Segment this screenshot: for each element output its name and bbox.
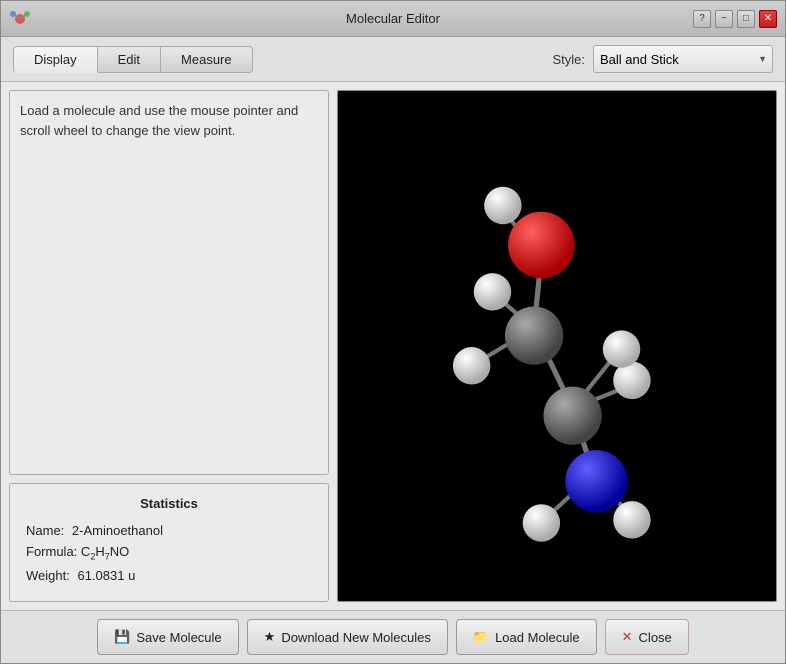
- stats-formula-row: Formula: C2H7NO: [26, 544, 312, 562]
- main-window: Molecular Editor ? − □ ✕ Display Edit Me…: [0, 0, 786, 664]
- style-select-wrapper: Ball and Stick Stick Space Fill Wire Fra…: [593, 45, 773, 73]
- titlebar-left: [9, 8, 31, 30]
- left-panel: Load a molecule and use the mouse pointe…: [9, 90, 329, 602]
- app-icon: [9, 8, 31, 30]
- download-icon: ★: [264, 629, 276, 645]
- tab-display[interactable]: Display: [13, 46, 98, 73]
- window-close-button[interactable]: ✕: [759, 10, 777, 28]
- footer: 💾 Save Molecule ★ Download New Molecules…: [1, 610, 785, 663]
- style-group: Style: Ball and Stick Stick Space Fill W…: [552, 45, 773, 73]
- molecule-viewer[interactable]: [337, 90, 777, 602]
- download-molecules-button[interactable]: ★ Download New Molecules: [247, 619, 448, 655]
- help-button[interactable]: ?: [693, 10, 711, 28]
- titlebar: Molecular Editor ? − □ ✕: [1, 1, 785, 37]
- info-text: Load a molecule and use the mouse pointe…: [20, 103, 298, 138]
- window-title: Molecular Editor: [346, 11, 440, 26]
- style-select[interactable]: Ball and Stick Stick Space Fill Wire Fra…: [593, 45, 773, 73]
- stats-weight-value: 61.0831 u: [77, 568, 135, 583]
- stats-formula-value: C2H7NO: [81, 544, 129, 559]
- load-btn-label: Load Molecule: [495, 630, 580, 645]
- save-molecule-button[interactable]: 💾 Save Molecule: [97, 619, 238, 655]
- molecule-svg: [338, 91, 776, 601]
- tab-edit[interactable]: Edit: [98, 46, 161, 73]
- stats-name-value: 2-Aminoethanol: [72, 523, 163, 538]
- style-label: Style:: [552, 52, 585, 67]
- load-molecule-button[interactable]: 📁 Load Molecule: [456, 619, 597, 655]
- tab-measure[interactable]: Measure: [161, 46, 253, 73]
- minimize-button[interactable]: −: [715, 10, 733, 28]
- tab-group: Display Edit Measure: [13, 46, 253, 73]
- main-content: Load a molecule and use the mouse pointe…: [1, 82, 785, 610]
- titlebar-controls: ? − □ ✕: [693, 10, 777, 28]
- stats-weight-row: Weight: 61.0831 u: [26, 568, 312, 583]
- close-button[interactable]: ✕ Close: [605, 619, 689, 655]
- statistics-box: Statistics Name: 2-Aminoethanol Formula:…: [9, 483, 329, 602]
- load-icon: 📁: [473, 629, 489, 645]
- maximize-button[interactable]: □: [737, 10, 755, 28]
- toolbar: Display Edit Measure Style: Ball and Sti…: [1, 37, 785, 82]
- stats-formula-label: Formula:: [26, 544, 77, 559]
- save-icon: 💾: [114, 629, 130, 645]
- stats-weight-label: Weight:: [26, 568, 70, 583]
- stats-name-row: Name: 2-Aminoethanol: [26, 523, 312, 538]
- close-icon: ✕: [622, 629, 633, 645]
- statistics-title: Statistics: [26, 496, 312, 511]
- stats-name-label: Name:: [26, 523, 64, 538]
- close-btn-label: Close: [639, 630, 672, 645]
- save-btn-label: Save Molecule: [136, 630, 221, 645]
- download-btn-label: Download New Molecules: [281, 630, 431, 645]
- info-box: Load a molecule and use the mouse pointe…: [9, 90, 329, 475]
